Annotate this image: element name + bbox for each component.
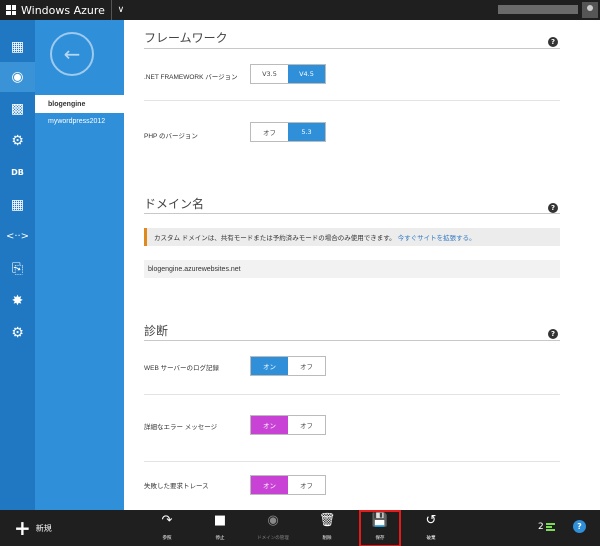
manage-domains-button[interactable]: ◉ ドメインの管理 bbox=[255, 513, 291, 544]
trace-option-on[interactable]: オン bbox=[251, 476, 288, 494]
trash-icon: 🗑 bbox=[318, 513, 336, 528]
back-arrow-icon[interactable]: ← bbox=[50, 32, 94, 76]
save-icon: 💾 bbox=[371, 513, 389, 528]
net-option-v35[interactable]: V3.5 bbox=[251, 65, 288, 83]
detailed-error-label: 詳細なエラー メッセージ bbox=[144, 424, 218, 431]
discard-button[interactable]: ↺ 破棄 bbox=[413, 513, 449, 544]
sql-database-icon[interactable]: DB bbox=[0, 158, 35, 188]
failed-request-tracing-toggle: オン オフ bbox=[250, 475, 326, 495]
framework-help-icon[interactable]: ? bbox=[548, 37, 558, 47]
framework-section-title: フレームワーク bbox=[144, 31, 228, 45]
brand[interactable]: Windows Azure bbox=[0, 0, 112, 20]
domain-section-title: ドメイン名 bbox=[144, 197, 205, 211]
php-option-53[interactable]: 5.3 bbox=[288, 123, 325, 141]
chevron-down-icon[interactable]: ∨ bbox=[112, 5, 130, 15]
stop-icon: ■ bbox=[213, 513, 227, 528]
activity-bars-icon bbox=[545, 523, 555, 531]
trace-option-off[interactable]: オフ bbox=[288, 476, 325, 494]
service-bus-network-icon[interactable]: ✸ bbox=[0, 286, 35, 316]
brand-title: Windows Azure bbox=[21, 3, 105, 17]
mobile-services-icon[interactable]: ⎘ bbox=[0, 254, 35, 284]
scale-site-link[interactable]: 今すぐサイトを拡張する。 bbox=[398, 232, 476, 242]
web-log-option-off[interactable]: オフ bbox=[288, 357, 325, 375]
command-bar: + 新規 ↷ 参照 ■ 停止 ◉ ドメインの管理 🗑 削除 💾 保存 ↺ 破棄 … bbox=[0, 510, 600, 546]
undo-icon: ↺ bbox=[425, 513, 437, 528]
php-version-toggle: オフ 5.3 bbox=[250, 122, 326, 142]
user-account[interactable] bbox=[498, 5, 578, 14]
site-item-mywordpress2012[interactable]: mywordpress2012 bbox=[35, 112, 124, 130]
divider bbox=[144, 213, 560, 214]
net-option-v45[interactable]: V4.5 bbox=[288, 65, 325, 83]
error-option-on[interactable]: オン bbox=[251, 416, 288, 434]
domain-name-value: blogengine.azurewebsites.net bbox=[144, 260, 560, 278]
all-items-grid-icon[interactable]: ▦ bbox=[0, 32, 35, 62]
net-framework-toggle: V3.5 V4.5 bbox=[250, 64, 326, 84]
avatar[interactable] bbox=[582, 2, 598, 18]
new-label: 新規 bbox=[35, 523, 52, 533]
divider bbox=[144, 461, 560, 462]
storage-table-icon[interactable]: ▦ bbox=[0, 190, 35, 220]
domain-help-icon[interactable]: ? bbox=[548, 203, 558, 213]
net-framework-label: .NET FRAMEWORK バージョン bbox=[144, 74, 238, 81]
divider bbox=[144, 48, 560, 49]
configure-panel: フレームワーク ? .NET FRAMEWORK バージョン V3.5 V4.5… bbox=[124, 20, 600, 510]
delete-button[interactable]: 🗑 削除 bbox=[309, 513, 345, 544]
plus-icon: + bbox=[14, 516, 31, 540]
networks-code-icon[interactable]: <··> bbox=[0, 222, 35, 252]
top-bar: Windows Azure ∨ bbox=[0, 0, 600, 20]
new-button[interactable]: + 新規 bbox=[14, 518, 52, 538]
failed-request-tracing-label: 失敗した要求トレース bbox=[144, 483, 209, 490]
web-server-logging-label: WEB サーバーのログ記録 bbox=[144, 365, 220, 372]
stop-button[interactable]: ■ 停止 bbox=[202, 513, 238, 544]
windows-logo-icon bbox=[6, 5, 16, 15]
left-rail: ▦ ◉ ▩ ⚙ DB ▦ <··> ⎘ ✸ ⚙ bbox=[0, 20, 35, 510]
divider bbox=[144, 100, 560, 101]
notice-text: カスタム ドメインは、共有モードまたは予約済みモードの場合のみ使用できます。 bbox=[154, 235, 396, 242]
settings-gear-icon[interactable]: ⚙ bbox=[0, 318, 35, 348]
php-option-off[interactable]: オフ bbox=[251, 123, 288, 141]
domain-icon: ◉ bbox=[267, 513, 279, 528]
divider bbox=[144, 394, 560, 395]
virtual-machines-monitor-icon[interactable]: ▩ bbox=[0, 94, 35, 124]
browse-button[interactable]: ↷ 参照 bbox=[149, 513, 185, 544]
web-log-option-on[interactable]: オン bbox=[251, 357, 288, 375]
save-button[interactable]: 💾 保存 bbox=[359, 510, 401, 546]
php-version-label: PHP のバージョン bbox=[144, 133, 198, 140]
web-server-logging-toggle: オン オフ bbox=[250, 356, 326, 376]
custom-domain-notice: カスタム ドメインは、共有モードまたは予約済みモードの場合のみ使用できます。 今… bbox=[144, 228, 560, 246]
diagnostics-help-icon[interactable]: ? bbox=[548, 329, 558, 339]
web-sites-globe-icon[interactable]: ◉ bbox=[0, 62, 35, 92]
divider bbox=[144, 340, 560, 341]
activity-count[interactable]: 2 bbox=[538, 522, 555, 532]
cloud-services-icon[interactable]: ⚙ bbox=[0, 126, 35, 156]
sites-nav: ← blogengine mywordpress2012 bbox=[35, 20, 124, 510]
site-item-blogengine[interactable]: blogengine bbox=[35, 95, 124, 113]
detailed-error-toggle: オン オフ bbox=[250, 415, 326, 435]
diagnostics-section-title: 診断 bbox=[144, 324, 169, 338]
browse-icon: ↷ bbox=[161, 513, 173, 528]
help-icon[interactable]: ? bbox=[573, 520, 586, 533]
error-option-off[interactable]: オフ bbox=[288, 416, 325, 434]
